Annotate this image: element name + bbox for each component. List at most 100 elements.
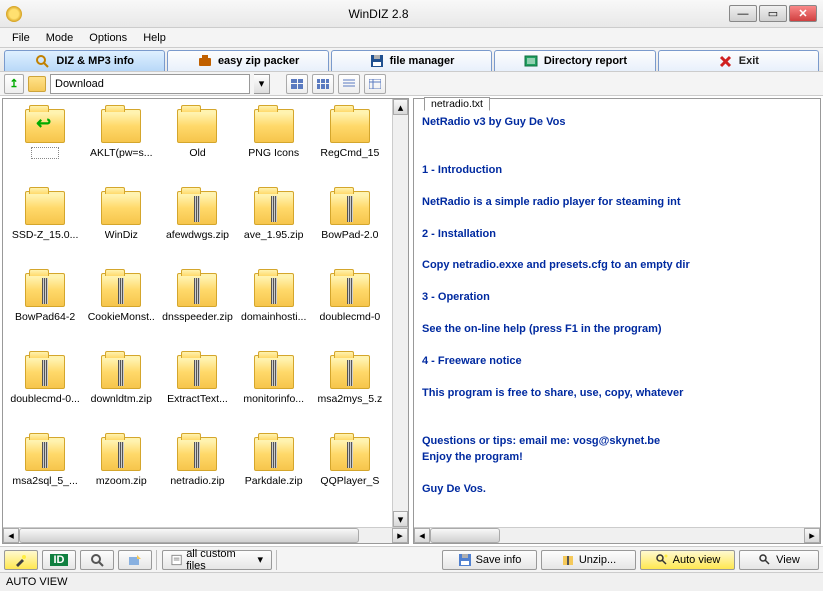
view-small-icons-button[interactable] <box>312 74 334 94</box>
file-item[interactable]: BowPad64-2 <box>7 269 83 351</box>
view-button[interactable]: View <box>739 550 819 570</box>
file-label: doublecmd-0 <box>320 311 381 323</box>
content-area: AKLT(pw=s... Old PNG IconsRegCmd_15 SSD-Z_1… <box>0 96 823 547</box>
file-item[interactable]: WinDiz <box>83 187 159 269</box>
tab-label: Exit <box>739 55 759 67</box>
file-item[interactable]: ave_1.95.zip <box>236 187 312 269</box>
zip-icon <box>254 273 294 307</box>
nav-bar: ↥ Download ▾ <box>0 72 823 96</box>
horizontal-scrollbar[interactable]: ◂ ▸ <box>3 527 408 543</box>
file-item[interactable]: CookieMonst.. <box>83 269 159 351</box>
button-label: Save info <box>476 554 522 566</box>
file-item[interactable]: SSD-Z_15.0... <box>7 187 83 269</box>
unzip-button[interactable]: Unzip... <box>541 550 636 570</box>
tab-file-manager[interactable]: file manager <box>331 50 492 71</box>
minimize-button[interactable]: — <box>729 5 757 22</box>
up-button[interactable]: ↥ <box>4 74 24 94</box>
zip-icon <box>25 437 65 471</box>
file-label: doublecmd-0... <box>10 393 79 405</box>
zip-icon <box>177 437 217 471</box>
view-details-button[interactable] <box>364 74 386 94</box>
save-info-button[interactable]: Save info <box>442 550 537 570</box>
folder-icon <box>101 191 141 225</box>
zip-icon <box>101 355 141 389</box>
tool-button-1[interactable] <box>4 550 38 570</box>
file-item[interactable]: Old <box>159 105 235 187</box>
disk-icon <box>369 54 385 68</box>
file-label: AKLT(pw=s... <box>90 147 153 159</box>
filter-dropdown[interactable]: all custom files ▾ <box>162 550 272 570</box>
path-dropdown[interactable]: Download <box>50 74 250 94</box>
view-list-button[interactable] <box>338 74 360 94</box>
file-label: Old <box>189 147 205 159</box>
file-item[interactable]: BowPad-2.0 <box>312 187 388 269</box>
file-grid[interactable]: AKLT(pw=s... Old PNG IconsRegCmd_15 SSD-Z_1… <box>3 99 392 527</box>
scroll-up-button[interactable]: ▴ <box>393 99 408 115</box>
menu-options[interactable]: Options <box>81 30 135 46</box>
menu-mode[interactable]: Mode <box>38 30 82 46</box>
file-item[interactable]: ExtractText... <box>159 351 235 433</box>
preview-pane: netradio.txt NetRadio v3 by Guy De Vos 1… <box>413 98 821 544</box>
file-label: QQPlayer_S <box>320 475 379 487</box>
file-label: mzoom.zip <box>96 475 147 487</box>
path-text: Download <box>55 78 104 90</box>
tab-easy-zip-packer[interactable]: easy zip packer <box>167 50 328 71</box>
file-item[interactable]: dnsspeeder.zip <box>159 269 235 351</box>
view-large-icons-button[interactable] <box>286 74 308 94</box>
tab-label: easy zip packer <box>218 55 299 67</box>
menu-file[interactable]: File <box>4 30 38 46</box>
file-label: WinDiz <box>105 229 138 241</box>
file-item[interactable]: downldtm.zip <box>83 351 159 433</box>
tab-exit[interactable]: Exit <box>658 50 819 71</box>
menu-help[interactable]: Help <box>135 30 174 46</box>
file-item[interactable]: Parkdale.zip <box>236 433 312 515</box>
file-item[interactable] <box>7 105 83 187</box>
file-label: monitorinfo... <box>243 393 304 405</box>
file-item[interactable]: PNG Icons <box>236 105 312 187</box>
tab-diz-mp3-info[interactable]: DIZ & MP3 info <box>4 50 165 71</box>
file-item[interactable]: QQPlayer_S <box>312 433 388 515</box>
folder-icon <box>177 109 217 143</box>
file-item[interactable]: netradio.zip <box>159 433 235 515</box>
zip-icon <box>101 273 141 307</box>
zoom-button[interactable] <box>80 550 114 570</box>
zip-icon <box>330 273 370 307</box>
file-item[interactable]: mzoom.zip <box>83 433 159 515</box>
file-item[interactable]: RegCmd_15 <box>312 105 388 187</box>
file-item[interactable]: msa2mys_5.z <box>312 351 388 433</box>
path-dropdown-button[interactable]: ▾ <box>254 74 270 94</box>
zip-icon <box>101 437 141 471</box>
explore-button[interactable] <box>118 550 152 570</box>
file-item[interactable]: msa2sql_5_... <box>7 433 83 515</box>
preview-text: NetRadio v3 by Guy De Vos 1 - Introducti… <box>414 99 820 527</box>
file-item[interactable]: afewdwgs.zip <box>159 187 235 269</box>
file-item[interactable]: AKLT(pw=s... <box>83 105 159 187</box>
maximize-button[interactable]: ▭ <box>759 5 787 22</box>
button-bar: ID all custom files ▾ Save info Unzip...… <box>0 547 823 573</box>
scroll-down-button[interactable]: ▾ <box>393 511 408 527</box>
tab-directory-report[interactable]: Directory report <box>494 50 655 71</box>
scroll-left-button[interactable]: ◂ <box>414 528 430 543</box>
status-text: AUTO VIEW <box>6 576 68 588</box>
file-item[interactable]: doublecmd-0 <box>312 269 388 351</box>
scroll-left-button[interactable]: ◂ <box>3 528 19 543</box>
scroll-thumb[interactable] <box>430 528 500 543</box>
close-button[interactable]: ✕ <box>789 5 817 22</box>
file-item[interactable]: domainhosti... <box>236 269 312 351</box>
file-label: SSD-Z_15.0... <box>12 229 79 241</box>
file-item[interactable]: doublecmd-0... <box>7 351 83 433</box>
svg-text:ID: ID <box>54 554 65 566</box>
vertical-scrollbar[interactable]: ▴ ▾ <box>392 99 408 527</box>
scroll-thumb[interactable] <box>19 528 359 543</box>
app-icon <box>6 6 22 22</box>
id-button[interactable]: ID <box>42 550 76 570</box>
zip-icon <box>177 191 217 225</box>
scroll-right-button[interactable]: ▸ <box>804 528 820 543</box>
briefcase-icon <box>197 54 213 68</box>
scroll-right-button[interactable]: ▸ <box>392 528 408 543</box>
file-item[interactable]: monitorinfo... <box>236 351 312 433</box>
tab-label: file manager <box>390 55 455 67</box>
preview-horizontal-scrollbar[interactable]: ◂ ▸ <box>414 527 820 543</box>
auto-view-button[interactable]: Auto view <box>640 550 735 570</box>
button-label: View <box>776 554 800 566</box>
